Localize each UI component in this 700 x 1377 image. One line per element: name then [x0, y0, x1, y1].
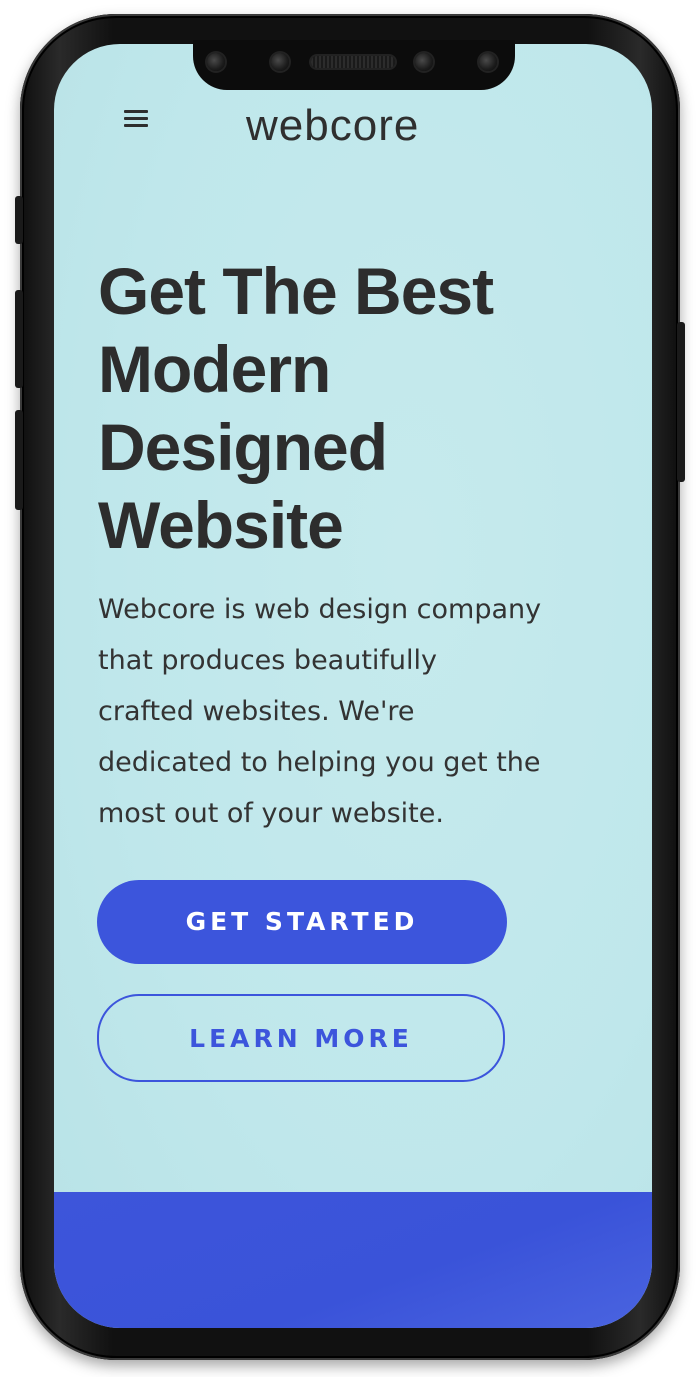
sensor-dot-left	[207, 53, 225, 71]
description-line: most out of your website.	[98, 798, 444, 829]
description-line: that produces beautifully	[98, 645, 438, 676]
phone-screen: webcore Get The Best Modern Designed Web…	[54, 44, 652, 1328]
brand-logo[interactable]: webcore	[246, 104, 419, 148]
next-section-band	[54, 1192, 652, 1328]
description-line: Webcore is web design company	[98, 594, 542, 625]
headline-line: Website	[98, 488, 344, 562]
learn-more-button[interactable]: LEARN MORE	[97, 994, 505, 1082]
headline-line: Designed	[98, 410, 388, 484]
volume-up-button	[15, 290, 23, 388]
hero-description: Webcore is web design company that produ…	[98, 584, 598, 839]
description-line: crafted websites. We're	[98, 696, 415, 727]
power-button	[677, 322, 685, 482]
sensor-dot-right	[479, 53, 497, 71]
silent-switch	[15, 196, 23, 244]
hero-headline: Get The Best Modern Designed Website	[98, 252, 618, 564]
sensor-dot	[415, 53, 433, 71]
get-started-button[interactable]: GET STARTED	[97, 880, 507, 964]
headline-line: Modern	[98, 332, 331, 406]
front-camera	[271, 53, 289, 71]
description-line: dedicated to helping you get the	[98, 747, 541, 778]
volume-down-button	[15, 410, 23, 510]
hamburger-menu-icon[interactable]	[124, 110, 148, 128]
earpiece-speaker	[311, 56, 395, 68]
phone-notch	[193, 40, 515, 90]
headline-line: Get The Best	[98, 254, 494, 328]
